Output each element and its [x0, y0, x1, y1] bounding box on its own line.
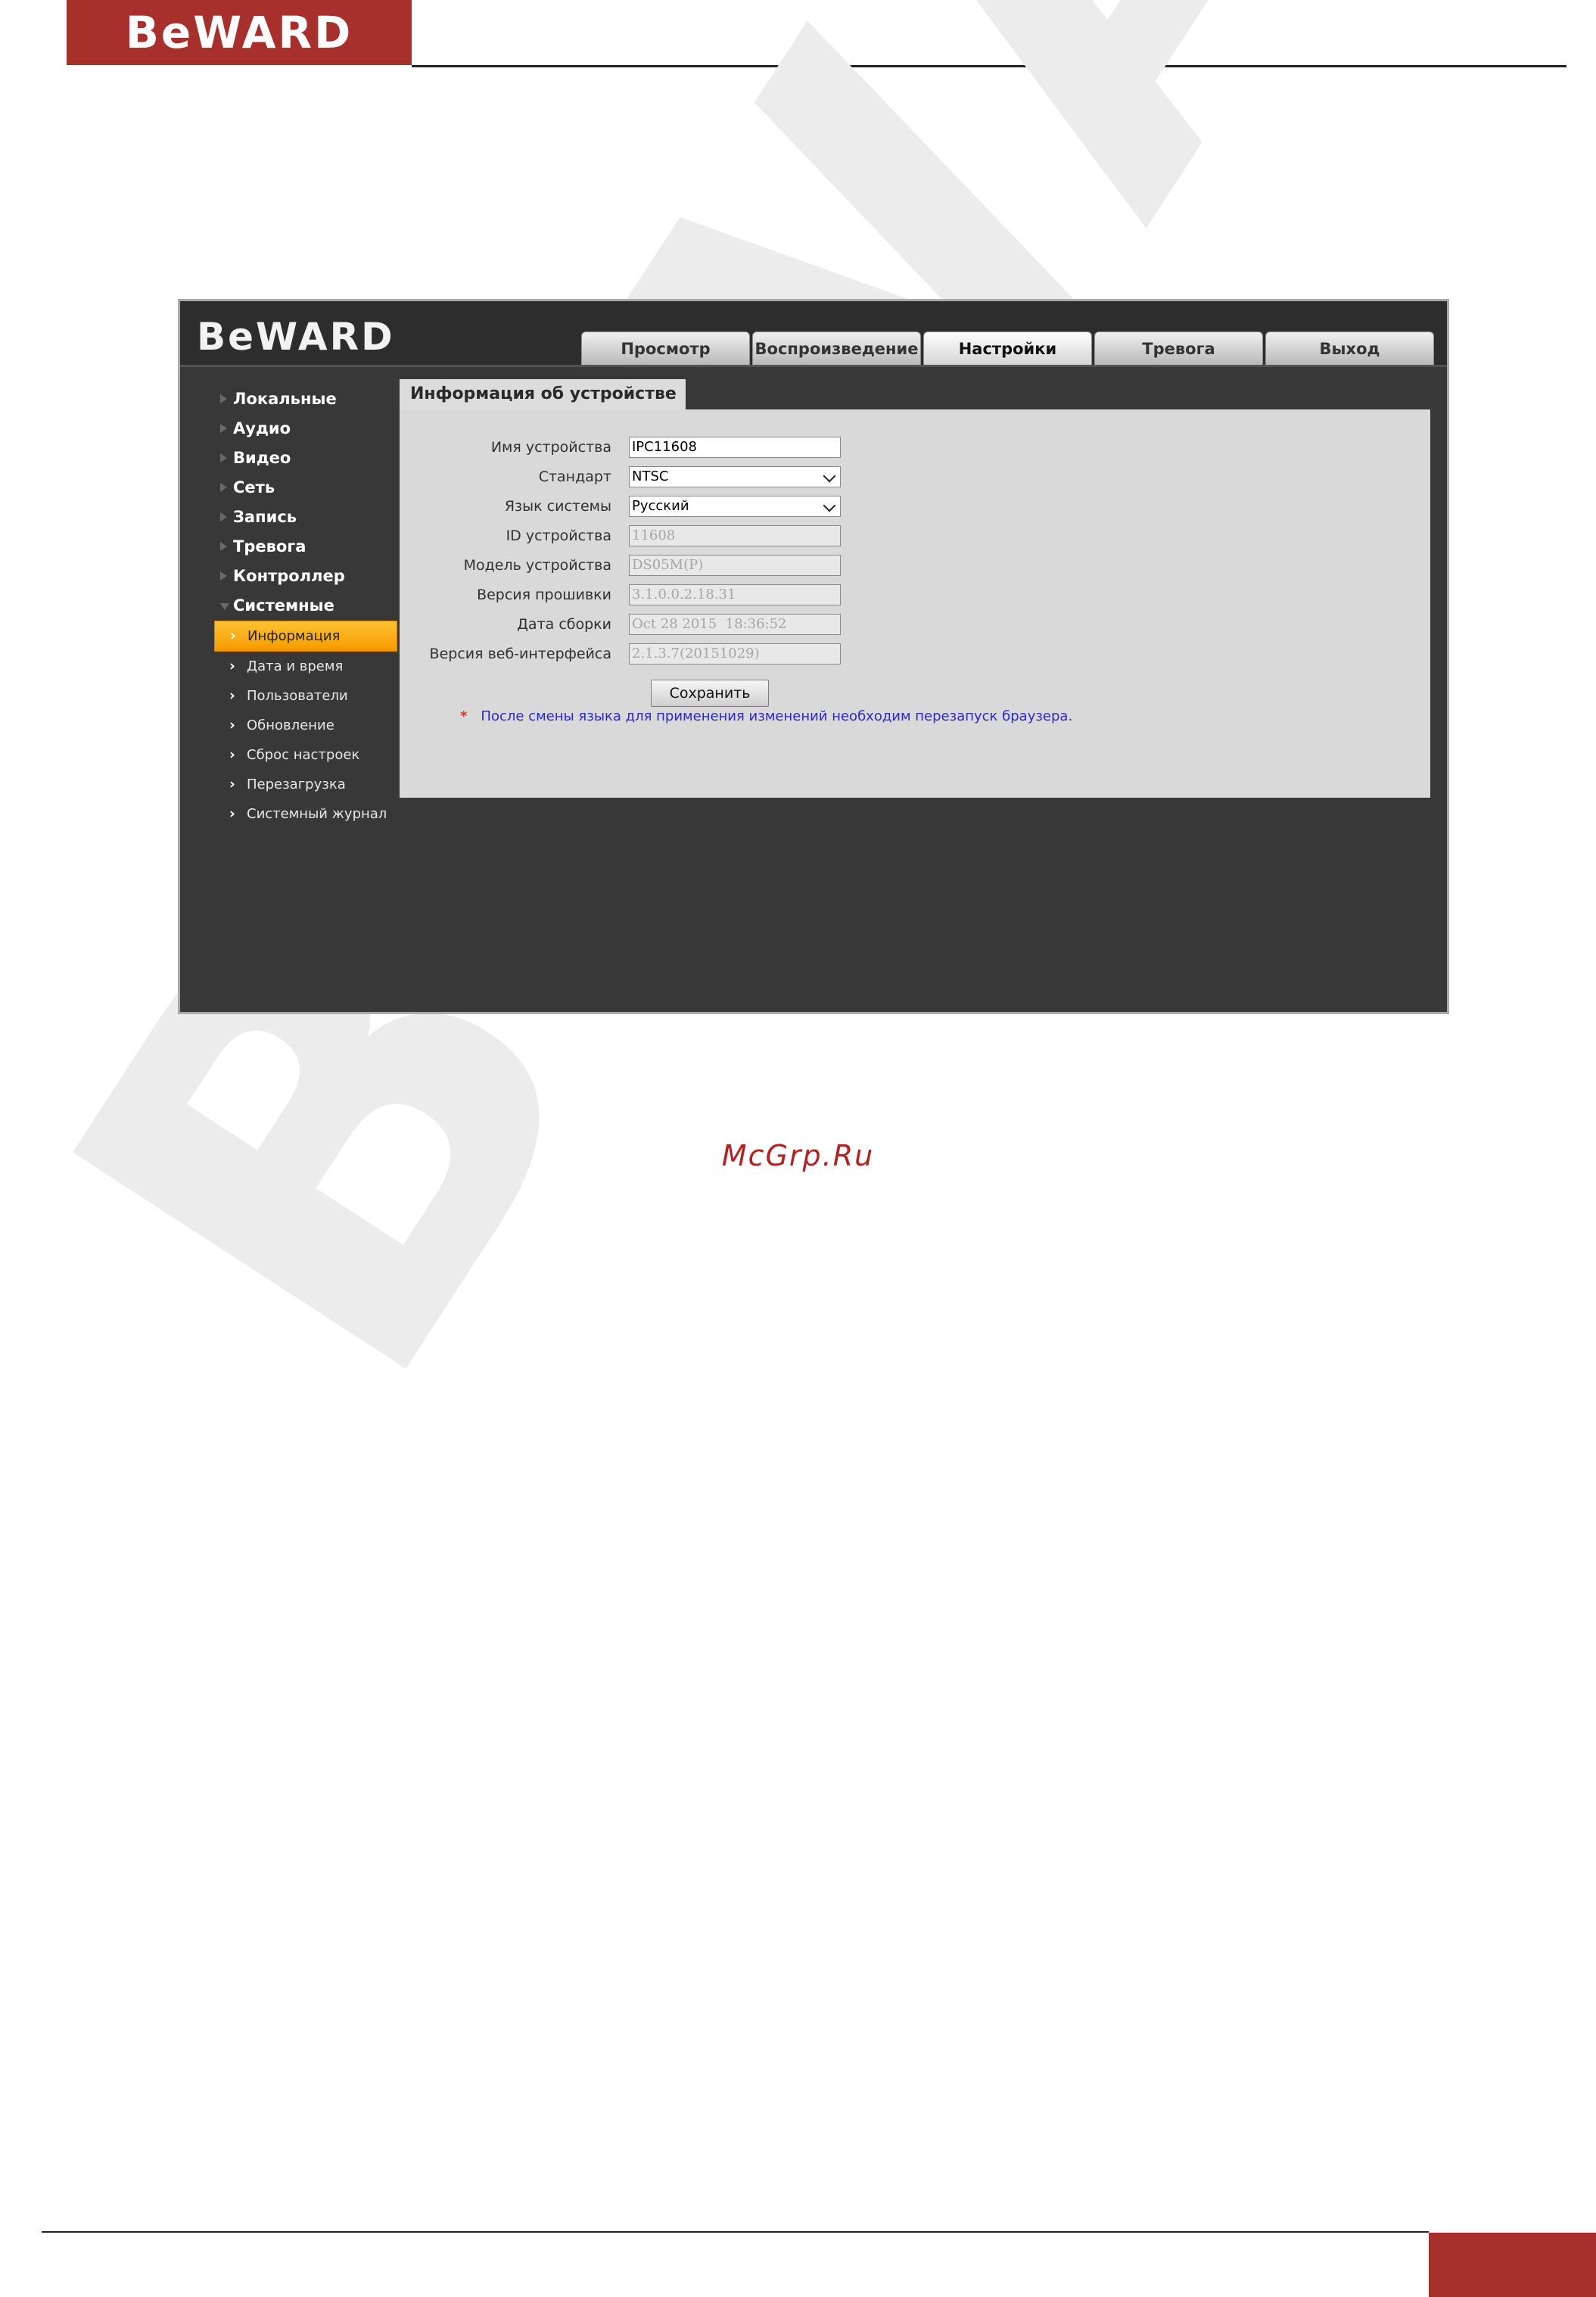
form-row-device-name: Имя устройства IPC11608 — [400, 434, 1156, 461]
sidebar-subitem-label: Перезагрузка — [247, 777, 346, 792]
sidebar-subitem-label: Информация — [247, 628, 341, 644]
firmware-field: 3.1.0.0.2.18.31 — [629, 584, 841, 605]
header-rule — [412, 65, 1566, 67]
sidebar-subitem-update[interactable]: › Обновление — [214, 711, 396, 740]
sidebar-subitem-label: Сброс настроек — [247, 747, 360, 763]
sidebar-subitem-users[interactable]: › Пользователи — [214, 681, 396, 711]
tab-alarm[interactable]: Тревога — [1094, 331, 1263, 365]
sidebar-item-network[interactable]: Сеть — [214, 473, 396, 503]
sidebar-subitem-label: Системный журнал — [247, 806, 387, 822]
panel-title: Информация об устройстве — [400, 379, 686, 409]
camera-web-interface: BeWARD Просмотр Воспроизведение Настройк… — [178, 299, 1449, 1014]
triangle-right-icon — [220, 542, 227, 551]
web-version-label: Версия веб-интерфейса — [429, 646, 611, 662]
save-button[interactable]: Сохранить — [651, 680, 769, 707]
form-row-device-id: ID устройства 11608 — [400, 522, 1156, 549]
form-row-language: Язык системы Русский — [400, 493, 1156, 520]
sidebar-item-controller[interactable]: Контроллер — [214, 562, 396, 591]
note-marker: * — [460, 708, 468, 724]
sidebar-item-video[interactable]: Видео — [214, 444, 396, 473]
device-id-field: 11608 — [629, 525, 841, 546]
triangle-right-icon — [220, 453, 227, 462]
main-tabs: Просмотр Воспроизведение Настройки Трево… — [581, 331, 1434, 365]
standard-label: Стандарт — [538, 468, 611, 485]
site-watermark: McGrp.Ru — [721, 1139, 875, 1172]
standard-select[interactable]: NTSC — [629, 466, 841, 487]
sidebar-subitem-label: Обновление — [247, 717, 334, 733]
tab-playback[interactable]: Воспроизведение — [752, 331, 921, 365]
ui-header: BeWARD Просмотр Воспроизведение Настройк… — [180, 301, 1447, 367]
triangle-down-icon — [220, 603, 229, 610]
sidebar-item-label: Запись — [233, 508, 297, 526]
triangle-right-icon — [220, 483, 227, 492]
sidebar-item-label: Тревога — [233, 537, 306, 556]
device-id-label: ID устройства — [506, 528, 611, 544]
sidebar-item-label: Видео — [233, 449, 291, 467]
sidebar-item-alarm[interactable]: Тревога — [214, 532, 396, 562]
note-text: После смены языка для применения изменен… — [481, 708, 1073, 724]
device-info-panel: Имя устройства IPC11608 Стандарт NTSC Яз… — [400, 409, 1430, 798]
sidebar-item-system[interactable]: Системные — [214, 591, 396, 621]
form-row-build-date: Дата сборки Oct 28 2015 18:36:52 — [400, 611, 1156, 638]
sidebar-item-record[interactable]: Запись — [214, 503, 396, 532]
sidebar-subitem-label: Пользователи — [247, 688, 348, 704]
ui-logo: BeWARD — [197, 315, 395, 359]
brand-logo: BeWARD — [67, 0, 412, 65]
form-row-web-version: Версия веб-интерфейса 2.1.3.7(20151029) — [400, 640, 1156, 668]
footer-brand-block — [1429, 2233, 1596, 2297]
header-divider — [180, 365, 1447, 367]
triangle-right-icon — [220, 512, 227, 521]
chevron-right-icon: › — [229, 805, 235, 822]
sidebar-item-label: Локальные — [233, 390, 337, 408]
tab-settings[interactable]: Настройки — [923, 331, 1092, 365]
web-version-field: 2.1.3.7(20151029) — [629, 643, 841, 665]
build-date-label: Дата сборки — [517, 616, 611, 633]
device-name-input[interactable]: IPC11608 — [629, 437, 841, 458]
settings-sidebar: Локальные Аудио Видео Сеть Запись Тревог… — [214, 384, 397, 829]
triangle-right-icon — [220, 394, 227, 403]
sidebar-item-local[interactable]: Локальные — [214, 384, 396, 414]
chevron-right-icon: › — [229, 776, 235, 792]
chevron-right-icon: › — [229, 746, 235, 763]
language-note: * После смены языка для применения измене… — [460, 708, 1072, 724]
triangle-right-icon — [220, 424, 227, 433]
device-name-label: Имя устройства — [490, 439, 611, 456]
firmware-label: Версия прошивки — [477, 587, 611, 603]
form-row-device-model: Модель устройства DS05M(P) — [400, 552, 1156, 579]
device-model-field: DS05M(P) — [629, 555, 841, 576]
tab-logout[interactable]: Выход — [1265, 331, 1434, 365]
sidebar-subitem-syslog[interactable]: › Системный журнал — [214, 799, 396, 829]
footer-rule — [42, 2231, 1429, 2233]
sidebar-subitem-reboot[interactable]: › Перезагрузка — [214, 770, 396, 799]
sidebar-subitem-reset[interactable]: › Сброс настроек — [214, 740, 396, 770]
chevron-right-icon: › — [229, 658, 235, 674]
language-label: Язык системы — [504, 498, 611, 515]
sidebar-item-label: Аудио — [233, 419, 291, 437]
sidebar-item-label: Сеть — [233, 478, 275, 496]
build-date-field: Oct 28 2015 18:36:52 — [629, 614, 841, 635]
sidebar-item-audio[interactable]: Аудио — [214, 414, 396, 444]
chevron-right-icon: › — [229, 717, 235, 733]
sidebar-subitem-label: Дата и время — [247, 658, 344, 674]
sidebar-subitem-datetime[interactable]: › Дата и время — [214, 652, 396, 681]
chevron-right-icon: › — [229, 687, 235, 704]
sidebar-subitem-info[interactable]: › Информация — [214, 621, 397, 652]
form-row-standard: Стандарт NTSC — [400, 463, 1156, 490]
tab-view[interactable]: Просмотр — [581, 331, 750, 365]
device-model-label: Модель устройства — [463, 557, 611, 574]
sidebar-item-label: Контроллер — [233, 567, 345, 585]
sidebar-item-label: Системные — [233, 596, 334, 615]
triangle-right-icon — [220, 571, 227, 580]
form-row-firmware: Версия прошивки 3.1.0.0.2.18.31 — [400, 581, 1156, 608]
chevron-right-icon: › — [230, 627, 236, 644]
language-select[interactable]: Русский — [629, 496, 841, 517]
